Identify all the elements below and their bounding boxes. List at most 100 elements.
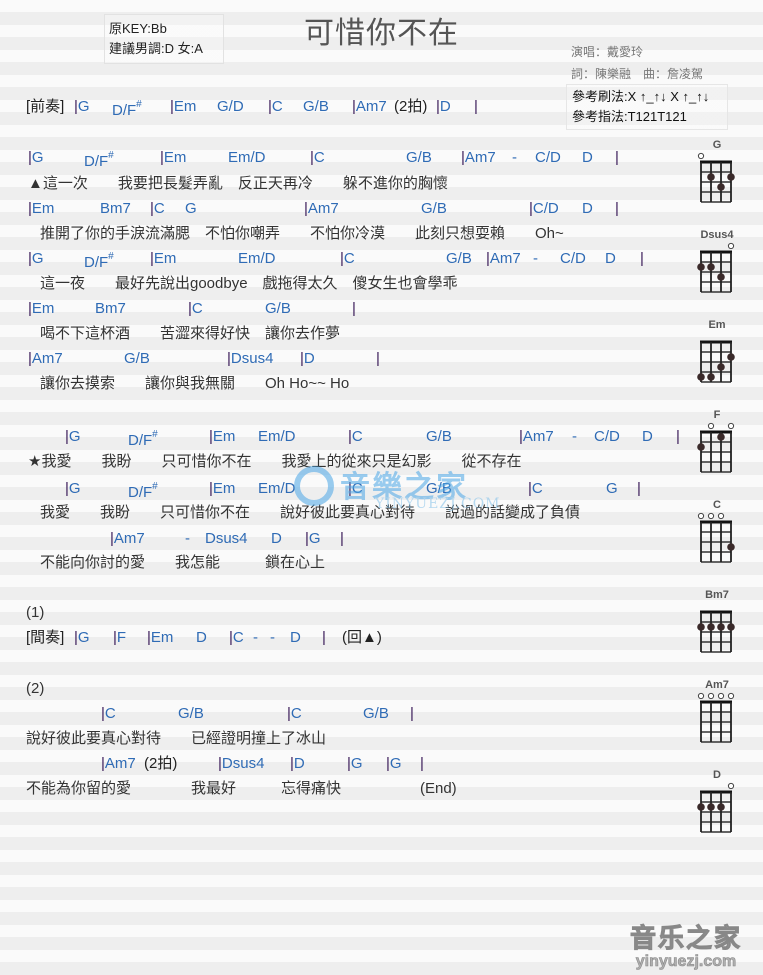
nut bbox=[700, 250, 732, 254]
chord-name: C/D bbox=[560, 250, 586, 267]
chord: |G bbox=[305, 526, 321, 551]
chord: Dsus4 bbox=[205, 526, 248, 551]
part-2-marker: (2) bbox=[26, 680, 45, 697]
chord-chart-name: Bm7 bbox=[705, 589, 729, 601]
chord: G/B bbox=[421, 196, 447, 221]
chord-name: G bbox=[68, 428, 81, 445]
open-string-marker bbox=[697, 512, 705, 520]
chord: G/B bbox=[426, 424, 452, 449]
chord: Bm7 bbox=[95, 296, 126, 321]
chord: Em/D bbox=[258, 424, 296, 449]
chord: G/B bbox=[446, 246, 472, 271]
footer-logo: 音乐之家 yinyuezj.com bbox=[616, 918, 756, 971]
nut bbox=[700, 520, 732, 524]
sharp-sign: # bbox=[152, 481, 158, 492]
chord: |Em bbox=[209, 476, 235, 501]
writers: 詞：陳樂融 曲：詹凌駕 bbox=[571, 67, 704, 81]
chord: |Am7 bbox=[461, 145, 496, 170]
chord-name: G/B bbox=[421, 200, 447, 217]
chord-name: Am7 bbox=[307, 200, 339, 217]
chord: D bbox=[290, 625, 301, 650]
chord: | bbox=[352, 296, 356, 321]
chord-name: G bbox=[31, 250, 44, 267]
chord-name: Am7 bbox=[464, 149, 496, 166]
suggested-key: 建議男調:D 女:A bbox=[109, 41, 203, 56]
finger-dot bbox=[697, 263, 705, 271]
chord: D bbox=[605, 246, 616, 271]
lyric-text: 說好彼此要真心對待 已經證明撞上了冰山 bbox=[26, 730, 327, 747]
finger-dot bbox=[707, 263, 715, 271]
chord-chart-name: Dsus4 bbox=[700, 229, 734, 241]
chord: |Em bbox=[28, 196, 54, 221]
nut bbox=[700, 610, 732, 614]
chord: Bm7 bbox=[100, 196, 131, 221]
chord: |F bbox=[113, 625, 126, 650]
chord: |Em bbox=[160, 145, 186, 170]
chord: - bbox=[572, 424, 577, 449]
chord-name: G/B bbox=[178, 705, 204, 722]
chord-name: Am7 bbox=[355, 98, 387, 115]
bar-line: | bbox=[376, 350, 380, 367]
chord: | bbox=[340, 526, 344, 551]
open-string-marker bbox=[717, 692, 725, 700]
chord-name: - bbox=[572, 428, 577, 445]
chord-name: G/B bbox=[124, 350, 150, 367]
bar-line: | bbox=[474, 98, 478, 115]
chord-name: (2拍) bbox=[394, 98, 428, 115]
fretboard-diagram bbox=[697, 610, 735, 653]
chord-name: Dsus4 bbox=[221, 755, 265, 772]
reference-patterns-box: 參考刷法:X ↑_↑↓ X ↑_↑↓ 參考指法:T121T121 bbox=[566, 84, 728, 130]
chord-name: G/B bbox=[363, 705, 389, 722]
chord: | bbox=[615, 145, 619, 170]
bar-line: | bbox=[410, 705, 414, 722]
finger-dot bbox=[707, 623, 715, 631]
chord-name: C/D bbox=[532, 200, 559, 217]
chord-name: - bbox=[533, 250, 538, 267]
chord: - bbox=[270, 625, 275, 650]
bar-line: | bbox=[640, 250, 644, 267]
chord-name: D bbox=[271, 530, 282, 547]
chord-name: Am7 bbox=[489, 250, 521, 267]
chord-chart-name: Em bbox=[708, 319, 726, 331]
chord-chart-name: Am7 bbox=[705, 679, 729, 691]
chord-name: G bbox=[77, 629, 90, 646]
chord-name: Em bbox=[153, 250, 177, 267]
chord-chart-name: G bbox=[712, 139, 722, 151]
nut bbox=[700, 790, 732, 794]
chord-name: Bm7 bbox=[100, 200, 131, 217]
bar-line: | bbox=[615, 149, 619, 166]
chord: |C bbox=[268, 94, 283, 119]
chord: D bbox=[642, 424, 653, 449]
chord-name: Em/D bbox=[228, 149, 266, 166]
chord: |G bbox=[65, 476, 81, 501]
chord: G/B bbox=[303, 94, 329, 119]
chord: |Em bbox=[28, 296, 54, 321]
chord: | bbox=[637, 476, 641, 501]
chord: G/B bbox=[406, 145, 432, 170]
chord-name: G/B bbox=[446, 250, 472, 267]
finger-dot bbox=[707, 803, 715, 811]
chord-name: C/D bbox=[594, 428, 620, 445]
chord-name: C bbox=[271, 98, 283, 115]
chord-name: Bm7 bbox=[95, 300, 126, 317]
chord: G bbox=[606, 476, 618, 501]
chord-name: C bbox=[191, 300, 203, 317]
chord-name: Em bbox=[173, 98, 197, 115]
chord: D bbox=[271, 526, 282, 551]
fretboard-diagram bbox=[697, 692, 735, 743]
chord: | bbox=[474, 94, 478, 119]
chord: |D bbox=[290, 751, 305, 776]
chord: | bbox=[410, 701, 414, 726]
finger-dot bbox=[717, 183, 725, 191]
chord-name: Em bbox=[150, 629, 174, 646]
chord-chart-f: F bbox=[695, 408, 739, 478]
key-info-box: 原KEY:Bb 建議男調:D 女:A bbox=[104, 14, 224, 64]
chord: D bbox=[196, 625, 207, 650]
fretboard-diagram bbox=[697, 512, 735, 563]
lyric-text: ▲這一次 我要把長髮弄亂 反正天再冷 躲不進你的胸懷 bbox=[28, 175, 448, 192]
chord-name: G bbox=[68, 480, 81, 497]
chord: Em/D bbox=[238, 246, 276, 271]
chord-name: C bbox=[343, 250, 355, 267]
chord-name: D/F# bbox=[84, 251, 114, 271]
chord-name: D/F# bbox=[128, 429, 158, 449]
